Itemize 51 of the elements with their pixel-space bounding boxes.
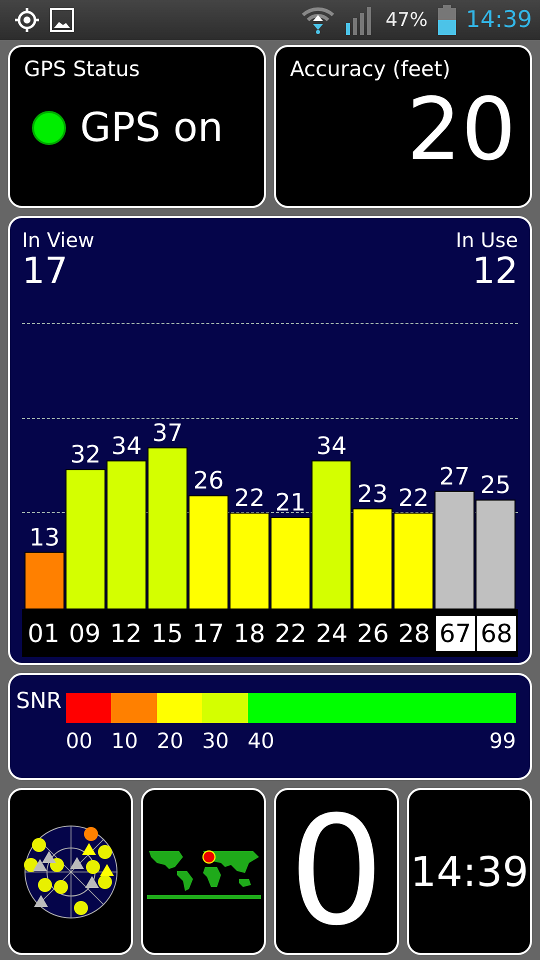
satellite-id: 17 [191,618,226,650]
bar-value: 21 [275,488,306,517]
clock-tile[interactable]: 14:39 [407,788,532,955]
satellite-id: 01 [26,618,60,650]
snr-tick-label: 20 [156,729,184,753]
bar-value: 25 [480,471,511,500]
snr-tick-label: 99 [489,729,516,753]
satellite-id: 28 [397,618,432,650]
sky-plot-tile[interactable] [8,788,133,955]
battery-icon [438,5,456,35]
satellite-id: 15 [150,618,184,650]
snr-tick-label: 10 [111,729,138,753]
bar-value: 23 [357,480,388,508]
bar-value: 34 [111,432,142,460]
bar-value: 22 [234,484,265,512]
snr-tick-label: 40 [248,729,274,753]
snr-label: SNR [16,689,62,716]
status-time: 14:39 [466,7,532,33]
wifi-icon [301,6,336,34]
bar-value: 27 [439,462,470,490]
counter-tile[interactable]: 0 [274,788,399,955]
snr-tick-label: 00 [66,729,92,753]
card-title: GPS Status [24,57,141,81]
satellite-id: 67 [436,616,475,650]
in-view-label: In View [22,228,94,252]
location-target-icon [14,7,40,33]
bar-value: 34 [316,432,347,460]
world-map-tile[interactable] [141,788,266,955]
satellite-id: 24 [314,618,349,650]
counter-value: 0 [288,796,384,946]
gps-state: GPS on [80,105,224,151]
bar-value: 13 [29,523,60,552]
accuracy-value: 20 [406,87,516,173]
satellite-id: 12 [109,618,143,650]
battery-percent: 47% [385,9,428,31]
satellite-id: 68 [476,616,516,650]
snr-tick-label: 30 [202,729,229,753]
satellite-id: 22 [274,618,308,650]
bar-value: 26 [193,466,224,495]
clock-time: 14:39 [410,848,529,896]
satellite-id: 09 [68,618,102,650]
satellite-id: 18 [232,618,266,650]
in-view-count: 17 [22,252,69,292]
bar-value: 22 [398,484,429,512]
bar-value: 32 [70,440,101,469]
satellite-id: 26 [356,618,390,650]
bar-value: 37 [152,418,183,447]
image-icon [50,8,74,32]
in-use-count: 12 [472,252,518,292]
in-use-label: In Use [456,228,518,252]
card-title: Accuracy (feet) [290,57,452,81]
